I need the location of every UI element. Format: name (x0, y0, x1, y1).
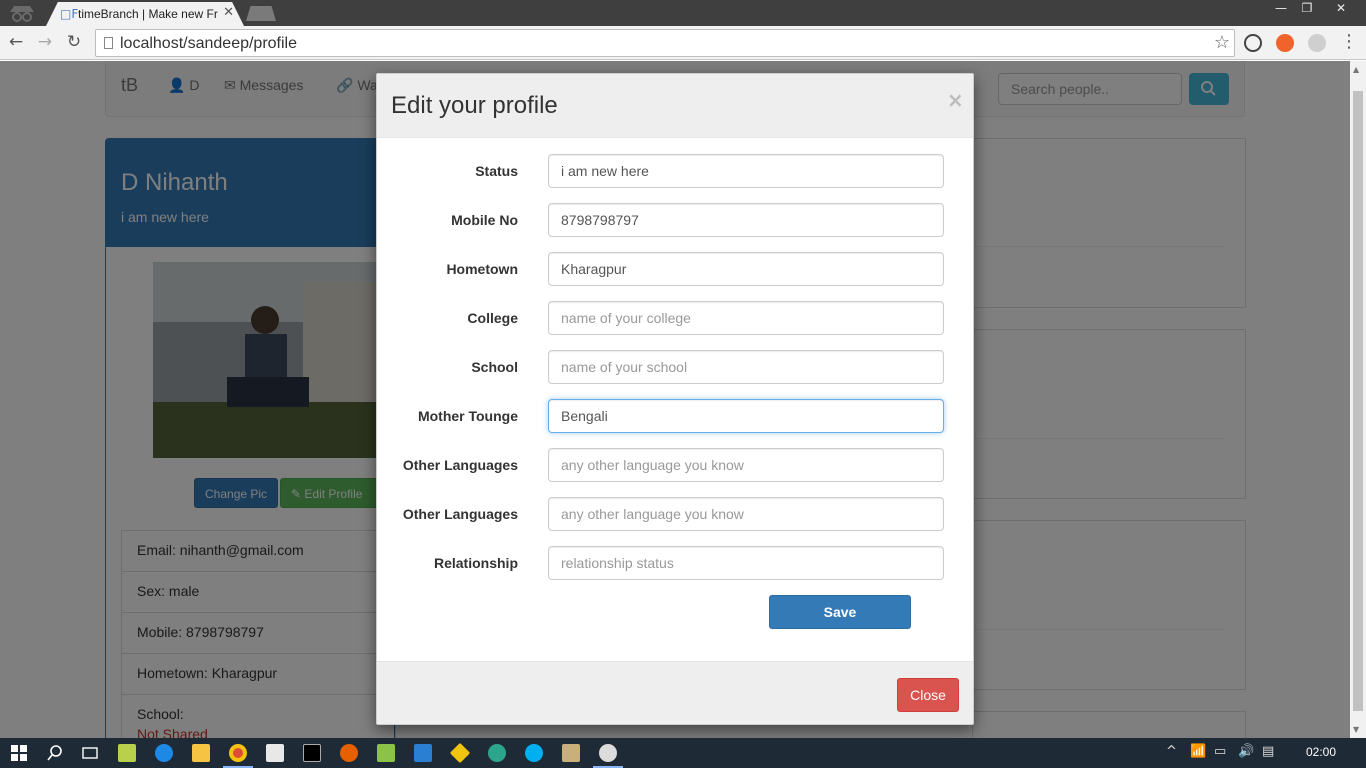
windows-start-icon[interactable] (10, 744, 28, 762)
skype-app-icon[interactable] (525, 744, 543, 762)
file-explorer-icon[interactable] (192, 744, 210, 762)
volume-icon[interactable]: 🔊 (1238, 744, 1254, 759)
taskbar-clock[interactable]: 02:00 (1306, 745, 1336, 759)
mother-tongue-label: Mother Tounge (417, 408, 518, 424)
gitkraken-app-icon[interactable] (488, 744, 506, 762)
window-close-icon[interactable]: ✕ (1330, 1, 1352, 15)
chrome-menu-icon[interactable]: ⋮ (1340, 31, 1358, 52)
extension-sync-icon[interactable] (1244, 34, 1262, 52)
form-row-mother-tongue: Mother Tounge (377, 399, 973, 433)
chrome-app-icon[interactable] (229, 744, 247, 762)
sourcetree-app-icon[interactable] (449, 742, 471, 764)
browser-tab-strip: □F timeBranch | Make new Fr ✕ — ❐ ✕ (0, 0, 1366, 26)
page-scrollbar[interactable]: ▲ ▼ (1350, 61, 1366, 738)
tray-expand-icon[interactable]: ^ (1166, 744, 1177, 759)
relationship-label: Relationship (433, 555, 518, 571)
form-row-relationship: Relationship (377, 546, 973, 580)
mobile-field[interactable] (548, 203, 944, 237)
college-field[interactable] (548, 301, 944, 335)
forward-icon[interactable]: → (35, 32, 55, 52)
scroll-up-icon[interactable]: ▲ (1353, 65, 1359, 74)
archive-app-icon[interactable] (562, 744, 580, 762)
scroll-down-icon[interactable]: ▼ (1353, 725, 1359, 734)
hometown-field[interactable] (548, 252, 944, 286)
other-languages-field[interactable] (548, 448, 944, 482)
network-icon[interactable]: 📶 (1190, 744, 1206, 759)
edge-browser-icon[interactable] (155, 744, 173, 762)
college-label: College (467, 310, 518, 326)
form-row-other-languages-2: Other Languages (377, 497, 973, 531)
firefox-app-icon[interactable] (340, 744, 358, 762)
form-row-hometown: Hometown (377, 252, 973, 286)
mobile-label: Mobile No (451, 212, 518, 228)
site-favicon-icon: □F (60, 7, 79, 21)
other-languages-field-2[interactable] (548, 497, 944, 531)
status-field[interactable] (548, 154, 944, 188)
address-bar[interactable]: localhost/sandeep/profile ☆ (95, 29, 1235, 57)
windows-taskbar: ^ 📶 ▭ 🔊 ▤ 02:00 (0, 738, 1366, 768)
extension-orange-icon[interactable] (1276, 34, 1294, 52)
form-row-other-languages-1: Other Languages (377, 448, 973, 482)
restore-icon[interactable]: ❐ (1296, 1, 1318, 15)
new-tab-button[interactable] (246, 6, 276, 21)
bookmark-star-icon[interactable]: ☆ (1214, 32, 1230, 53)
modal-header: Edit your profile × (377, 74, 973, 138)
command-prompt-icon[interactable] (303, 744, 321, 762)
task-view-icon[interactable] (81, 744, 99, 762)
back-icon[interactable]: ← (6, 32, 26, 52)
modal-title: Edit your profile (391, 92, 558, 119)
store-app-icon[interactable] (266, 744, 284, 762)
calculator-app-icon[interactable] (118, 744, 136, 762)
other-languages-label: Other Languages (402, 457, 518, 473)
close-button[interactable]: Close (897, 678, 959, 712)
modal-close-icon[interactable]: × (947, 88, 964, 112)
vscode-app-icon[interactable] (414, 744, 432, 762)
scroll-thumb[interactable] (1353, 91, 1363, 711)
edit-profile-modal: Edit your profile × Status Mobile No Hom… (376, 73, 974, 725)
form-row-mobile: Mobile No (377, 203, 973, 237)
browser-tab[interactable]: □F timeBranch | Make new Fr ✕ (46, 2, 244, 26)
save-button[interactable]: Save (769, 595, 911, 629)
search-taskbar-icon[interactable] (46, 744, 64, 762)
modal-footer: Close (377, 661, 973, 724)
hometown-label: Hometown (446, 261, 518, 277)
mother-tongue-field[interactable] (548, 399, 944, 433)
status-label: Status (475, 163, 518, 179)
form-row-college: College (377, 301, 973, 335)
school-field[interactable] (548, 350, 944, 384)
browser-toolbar: ← → ↻ localhost/sandeep/profile ☆ ⋮ (0, 26, 1366, 60)
form-row-status: Status (377, 154, 973, 188)
tab-title: timeBranch | Make new Fr (78, 7, 218, 21)
page-icon (104, 37, 113, 49)
notification-icon[interactable]: ▤ (1262, 744, 1274, 759)
relationship-field[interactable] (548, 546, 944, 580)
extension-gray-icon[interactable] (1308, 34, 1326, 52)
form-row-school: School (377, 350, 973, 384)
android-studio-icon[interactable] (377, 744, 395, 762)
tab-close-icon[interactable]: ✕ (223, 5, 234, 20)
battery-icon[interactable]: ▭ (1214, 744, 1226, 759)
school-label: School (471, 359, 518, 375)
paint-app-icon[interactable] (599, 744, 617, 762)
reload-icon[interactable]: ↻ (64, 32, 84, 52)
incognito-icon (10, 6, 34, 22)
other-languages-label-2: Other Languages (402, 506, 518, 522)
minimize-icon[interactable]: — (1270, 1, 1292, 15)
url-text: localhost/sandeep/profile (120, 35, 298, 52)
